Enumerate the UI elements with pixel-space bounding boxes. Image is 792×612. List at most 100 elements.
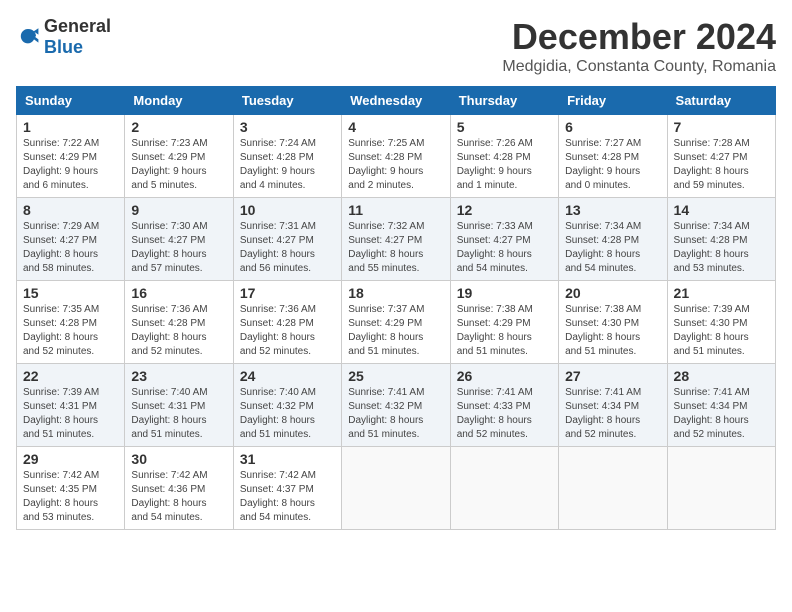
calendar-week-3: 15 Sunrise: 7:35 AMSunset: 4:28 PMDayligh… bbox=[17, 281, 776, 364]
calendar-cell: 3Sunrise: 7:24 AMSunset: 4:28 PMDaylight… bbox=[233, 115, 341, 198]
day-info: Sunrise: 7:42 AMSunset: 4:35 PMDaylight:… bbox=[23, 469, 118, 525]
day-info: Sunrise: 7:22 AMSunset: 4:29 PMDaylight:… bbox=[23, 137, 118, 193]
day-number: 5 bbox=[457, 119, 552, 135]
calendar-header-saturday: Saturday bbox=[667, 87, 775, 115]
logo-icon bbox=[16, 25, 40, 49]
calendar-cell: 6 Sunrise: 7:27 AMSunset: 4:28 PMDaylight… bbox=[559, 115, 667, 198]
day-info: Sunrise: 7:39 AMSunset: 4:31 PMDaylight:… bbox=[23, 386, 118, 442]
calendar-week-1: 1 Sunrise: 7:22 AMSunset: 4:29 PMDaylight… bbox=[17, 115, 776, 198]
location-title: Medgidia, Constanta County, Romania bbox=[502, 58, 776, 76]
day-number: 8 bbox=[23, 202, 118, 218]
calendar-cell: 26 Sunrise: 7:41 AMSunset: 4:33 PMDayligh… bbox=[450, 364, 558, 447]
day-number: 17 bbox=[240, 285, 335, 301]
day-number: 31 bbox=[240, 451, 335, 467]
day-info: Sunrise: 7:27 AMSunset: 4:28 PMDaylight:… bbox=[565, 137, 660, 193]
calendar-table: SundayMondayTuesdayWednesdayThursdayFrid… bbox=[16, 86, 776, 530]
calendar-cell: 28Sunrise: 7:41 AMSunset: 4:34 PMDayligh… bbox=[667, 364, 775, 447]
month-title: December 2024 bbox=[502, 16, 776, 58]
day-number: 25 bbox=[348, 368, 443, 384]
day-info: Sunrise: 7:26 AMSunset: 4:28 PMDaylight:… bbox=[457, 137, 552, 193]
day-info: Sunrise: 7:39 AMSunset: 4:30 PMDaylight:… bbox=[674, 303, 769, 359]
day-info: Sunrise: 7:41 AMSunset: 4:32 PMDaylight:… bbox=[348, 386, 443, 442]
day-number: 24 bbox=[240, 368, 335, 384]
calendar-cell: 12 Sunrise: 7:33 AMSunset: 4:27 PMDayligh… bbox=[450, 198, 558, 281]
day-info: Sunrise: 7:29 AMSunset: 4:27 PMDaylight:… bbox=[23, 220, 118, 276]
title-block: December 2024 Medgidia, Constanta County… bbox=[502, 16, 776, 76]
calendar-header-thursday: Thursday bbox=[450, 87, 558, 115]
calendar-cell: 11Sunrise: 7:32 AMSunset: 4:27 PMDayligh… bbox=[342, 198, 450, 281]
calendar-cell: 23 Sunrise: 7:40 AMSunset: 4:31 PMDayligh… bbox=[125, 364, 233, 447]
calendar-cell: 24 Sunrise: 7:40 AMSunset: 4:32 PMDayligh… bbox=[233, 364, 341, 447]
day-number: 12 bbox=[457, 202, 552, 218]
calendar-cell: 16Sunrise: 7:36 AMSunset: 4:28 PMDayligh… bbox=[125, 281, 233, 364]
day-info: Sunrise: 7:40 AMSunset: 4:32 PMDaylight:… bbox=[240, 386, 335, 442]
calendar-header-friday: Friday bbox=[559, 87, 667, 115]
day-number: 16 bbox=[131, 285, 226, 301]
day-number: 20 bbox=[565, 285, 660, 301]
calendar-week-5: 29Sunrise: 7:42 AMSunset: 4:35 PMDayligh… bbox=[17, 447, 776, 530]
calendar-cell bbox=[559, 447, 667, 530]
calendar-cell: 4 Sunrise: 7:25 AMSunset: 4:28 PMDaylight… bbox=[342, 115, 450, 198]
day-info: Sunrise: 7:41 AMSunset: 4:33 PMDaylight:… bbox=[457, 386, 552, 442]
day-info: Sunrise: 7:38 AMSunset: 4:30 PMDaylight:… bbox=[565, 303, 660, 359]
day-info: Sunrise: 7:28 AMSunset: 4:27 PMDaylight:… bbox=[674, 137, 769, 193]
day-info: Sunrise: 7:25 AMSunset: 4:28 PMDaylight:… bbox=[348, 137, 443, 193]
day-number: 2 bbox=[131, 119, 226, 135]
day-number: 22 bbox=[23, 368, 118, 384]
day-info: Sunrise: 7:23 AMSunset: 4:29 PMDaylight:… bbox=[131, 137, 226, 193]
day-info: Sunrise: 7:42 AMSunset: 4:37 PMDaylight:… bbox=[240, 469, 335, 525]
day-number: 15 bbox=[23, 285, 118, 301]
day-info: Sunrise: 7:33 AMSunset: 4:27 PMDaylight:… bbox=[457, 220, 552, 276]
day-number: 26 bbox=[457, 368, 552, 384]
day-number: 6 bbox=[565, 119, 660, 135]
calendar-cell: 15 Sunrise: 7:35 AMSunset: 4:28 PMDayligh… bbox=[17, 281, 125, 364]
calendar-cell: 31 Sunrise: 7:42 AMSunset: 4:37 PMDayligh… bbox=[233, 447, 341, 530]
day-info: Sunrise: 7:38 AMSunset: 4:29 PMDaylight:… bbox=[457, 303, 552, 359]
day-info: Sunrise: 7:34 AMSunset: 4:28 PMDaylight:… bbox=[674, 220, 769, 276]
calendar-cell bbox=[342, 447, 450, 530]
calendar-cell: 10 Sunrise: 7:31 AMSunset: 4:27 PMDayligh… bbox=[233, 198, 341, 281]
calendar-cell: 19 Sunrise: 7:38 AMSunset: 4:29 PMDayligh… bbox=[450, 281, 558, 364]
day-number: 10 bbox=[240, 202, 335, 218]
day-number: 23 bbox=[131, 368, 226, 384]
day-number: 19 bbox=[457, 285, 552, 301]
day-info: Sunrise: 7:24 AMSunset: 4:28 PMDaylight:… bbox=[240, 137, 335, 193]
calendar-cell: 2 Sunrise: 7:23 AMSunset: 4:29 PMDaylight… bbox=[125, 115, 233, 198]
day-number: 1 bbox=[23, 119, 118, 135]
day-number: 4 bbox=[348, 119, 443, 135]
day-number: 30 bbox=[131, 451, 226, 467]
day-info: Sunrise: 7:31 AMSunset: 4:27 PMDaylight:… bbox=[240, 220, 335, 276]
calendar-cell: 21Sunrise: 7:39 AMSunset: 4:30 PMDayligh… bbox=[667, 281, 775, 364]
day-info: Sunrise: 7:34 AMSunset: 4:28 PMDaylight:… bbox=[565, 220, 660, 276]
day-info: Sunrise: 7:42 AMSunset: 4:36 PMDaylight:… bbox=[131, 469, 226, 525]
calendar-cell bbox=[450, 447, 558, 530]
day-info: Sunrise: 7:40 AMSunset: 4:31 PMDaylight:… bbox=[131, 386, 226, 442]
calendar-header-tuesday: Tuesday bbox=[233, 87, 341, 115]
day-info: Sunrise: 7:41 AMSunset: 4:34 PMDaylight:… bbox=[674, 386, 769, 442]
day-number: 27 bbox=[565, 368, 660, 384]
calendar-cell: 14 Sunrise: 7:34 AMSunset: 4:28 PMDayligh… bbox=[667, 198, 775, 281]
calendar-cell bbox=[667, 447, 775, 530]
calendar-header-monday: Monday bbox=[125, 87, 233, 115]
page-header: General Blue December 2024 Medgidia, Con… bbox=[16, 16, 776, 76]
calendar-cell: 25 Sunrise: 7:41 AMSunset: 4:32 PMDayligh… bbox=[342, 364, 450, 447]
calendar-cell: 29Sunrise: 7:42 AMSunset: 4:35 PMDayligh… bbox=[17, 447, 125, 530]
day-number: 9 bbox=[131, 202, 226, 218]
day-number: 18 bbox=[348, 285, 443, 301]
day-number: 11 bbox=[348, 202, 443, 218]
calendar-week-4: 22 Sunrise: 7:39 AMSunset: 4:31 PMDayligh… bbox=[17, 364, 776, 447]
day-number: 13 bbox=[565, 202, 660, 218]
calendar-cell: 7Sunrise: 7:28 AMSunset: 4:27 PMDaylight… bbox=[667, 115, 775, 198]
calendar-cell: 9Sunrise: 7:30 AMSunset: 4:27 PMDaylight… bbox=[125, 198, 233, 281]
day-info: Sunrise: 7:35 AMSunset: 4:28 PMDaylight:… bbox=[23, 303, 118, 359]
day-number: 14 bbox=[674, 202, 769, 218]
calendar-header-sunday: Sunday bbox=[17, 87, 125, 115]
calendar-cell: 18Sunrise: 7:37 AMSunset: 4:29 PMDayligh… bbox=[342, 281, 450, 364]
day-info: Sunrise: 7:36 AMSunset: 4:28 PMDaylight:… bbox=[240, 303, 335, 359]
calendar-cell: 20 Sunrise: 7:38 AMSunset: 4:30 PMDayligh… bbox=[559, 281, 667, 364]
calendar-header-wednesday: Wednesday bbox=[342, 87, 450, 115]
logo-text: General Blue bbox=[44, 16, 111, 58]
calendar-cell: 1 Sunrise: 7:22 AMSunset: 4:29 PMDaylight… bbox=[17, 115, 125, 198]
calendar-header-row: SundayMondayTuesdayWednesdayThursdayFrid… bbox=[17, 87, 776, 115]
day-info: Sunrise: 7:41 AMSunset: 4:34 PMDaylight:… bbox=[565, 386, 660, 442]
